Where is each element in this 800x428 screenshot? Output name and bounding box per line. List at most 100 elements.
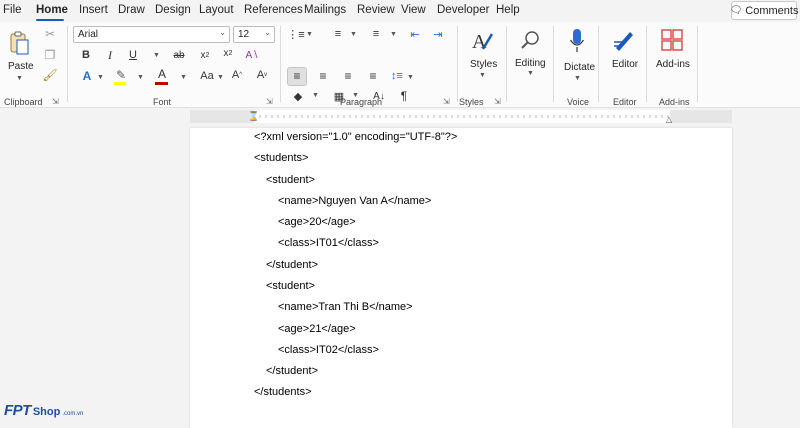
document-line: <name>Tran Thi B</name> (278, 301, 413, 313)
cut-icon[interactable]: ✂ (43, 27, 57, 41)
highlight-dropdown-icon[interactable]: ▼ (137, 74, 144, 81)
line-spacing-icon[interactable]: ↕≡ (390, 69, 404, 83)
strikethrough-icon[interactable]: ab (171, 48, 187, 62)
styles-group-label: Styles (459, 97, 484, 107)
change-case-dropdown-icon[interactable]: ▼ (217, 74, 224, 81)
dictate-dropdown-icon[interactable]: ▼ (574, 75, 581, 82)
add-ins-icon[interactable] (661, 29, 683, 51)
document-line: <students> (254, 152, 309, 164)
right-indent-marker-icon[interactable]: △ (664, 114, 674, 124)
group-separator (280, 26, 281, 102)
shading-dropdown-icon[interactable]: ▼ (312, 92, 319, 99)
grow-font-icon[interactable]: A ^ (230, 68, 244, 82)
multilevel-list-dropdown-icon[interactable]: ▼ (390, 31, 397, 38)
dictate-label[interactable]: Dictate (564, 62, 595, 73)
ribbon: Paste ▼ ✂ ❐ 🖌 Clipboard ⇲ Arial ⌄ 12 ⌄ B… (0, 22, 800, 108)
line-spacing-dropdown-icon[interactable]: ▼ (407, 74, 414, 81)
tab-developer[interactable]: Developer (437, 4, 489, 16)
tab-layout[interactable]: Layout (199, 4, 234, 16)
decrease-indent-icon[interactable]: ⇤ (408, 27, 422, 41)
numbering-dropdown-icon[interactable]: ▼ (350, 31, 357, 38)
text-effects-dropdown-icon[interactable]: ▼ (97, 74, 104, 81)
tab-mailings[interactable]: Mailings (304, 4, 346, 16)
shrink-font-icon[interactable]: Av (255, 68, 269, 82)
editing-label[interactable]: Editing (515, 58, 546, 69)
align-right-icon[interactable]: ≡ (341, 69, 355, 83)
paragraph-launcher-icon[interactable]: ⇲ (443, 97, 450, 106)
show-formatting-marks-icon[interactable]: ¶ (397, 89, 411, 103)
numbering-icon[interactable]: ≡ (331, 27, 345, 41)
font-color-icon[interactable]: A (155, 66, 169, 82)
copy-icon[interactable]: ❐ (43, 48, 57, 62)
font-group-label: Font (153, 97, 172, 107)
indent-marker-icon[interactable]: ⌛ (248, 108, 259, 124)
text-effects-icon[interactable]: A (79, 68, 95, 84)
document-line: <name>Nguyen Van A</name> (278, 195, 432, 207)
bullets-dropdown-icon[interactable]: ▼ (306, 31, 313, 38)
comments-label: Comments (745, 4, 799, 17)
italic-icon[interactable]: I (103, 48, 117, 62)
clear-formatting-icon[interactable]: A∖ (244, 48, 260, 62)
styles-launcher-icon[interactable]: ⇲ (494, 97, 501, 106)
justify-icon[interactable]: ≡ (366, 69, 380, 83)
font-name-combo[interactable]: Arial ⌄ (73, 26, 230, 43)
voice-group-label: Voice (567, 97, 590, 107)
multilevel-list-icon[interactable]: ≡ (369, 27, 383, 41)
horizontal-ruler[interactable] (190, 110, 732, 123)
clipboard-launcher-icon[interactable]: ⇲ (52, 97, 59, 106)
styles-icon[interactable]: A (470, 28, 494, 54)
increase-indent-icon[interactable]: ⇥ (431, 27, 445, 41)
font-launcher-icon[interactable]: ⇲ (266, 97, 273, 106)
tab-insert[interactable]: Insert (79, 4, 108, 16)
comment-icon: 🗨 (729, 5, 743, 16)
styles-dropdown-icon[interactable]: ▼ (479, 72, 486, 79)
underline-dropdown-icon[interactable]: ▼ (153, 52, 160, 59)
group-separator (598, 26, 599, 102)
group-separator (553, 26, 554, 102)
editor-group-label: Editor (613, 97, 637, 107)
comments-button[interactable]: 🗨 Comments (729, 1, 799, 20)
tab-home[interactable]: Home (36, 4, 68, 16)
chevron-down-icon: ⌄ (219, 28, 226, 37)
document-page[interactable]: <?xml version="1.0" encoding="UTF-8"?> <… (190, 128, 732, 428)
editor-label[interactable]: Editor (612, 59, 638, 70)
document-line: <age>21</age> (278, 323, 356, 335)
superscript-icon[interactable]: x2 (221, 46, 235, 60)
add-ins-group-label: Add-ins (659, 97, 690, 107)
tab-file[interactable]: File (3, 4, 22, 16)
align-center-icon[interactable]: ≡ (316, 69, 330, 83)
tab-references[interactable]: References (244, 4, 303, 16)
tab-draw[interactable]: Draw (118, 4, 145, 16)
group-separator (697, 26, 698, 102)
bold-icon[interactable]: B (79, 48, 93, 62)
font-size-combo[interactable]: 12 ⌄ (233, 26, 275, 43)
watermark-domain: .com.vn (62, 411, 84, 417)
paste-label[interactable]: Paste (8, 61, 34, 72)
tab-help[interactable]: Help (496, 4, 520, 16)
subscript-icon[interactable]: x2 (198, 48, 212, 62)
font-color-dropdown-icon[interactable]: ▼ (180, 74, 187, 81)
tab-view[interactable]: View (401, 4, 426, 16)
search-icon[interactable] (518, 28, 542, 52)
ruler-right-margin (670, 110, 732, 123)
underline-icon[interactable]: U (126, 48, 140, 62)
paste-icon[interactable] (8, 30, 30, 56)
add-ins-label[interactable]: Add-ins (656, 59, 690, 70)
clipboard-group-label: Clipboard (4, 97, 43, 107)
editing-dropdown-icon[interactable]: ▼ (527, 70, 534, 77)
tab-design[interactable]: Design (155, 4, 191, 16)
align-left-icon[interactable]: ≡ (290, 69, 304, 83)
styles-label[interactable]: Styles (470, 59, 497, 70)
editor-icon[interactable] (612, 28, 636, 52)
change-case-icon[interactable]: Aa (198, 69, 216, 83)
paste-dropdown-icon[interactable]: ▼ (16, 75, 23, 82)
highlight-icon[interactable]: ✎ (113, 67, 129, 83)
tab-review[interactable]: Review (357, 4, 395, 16)
menu-bar: File Home Insert Draw Design Layout Refe… (0, 0, 800, 22)
font-color-bar (155, 82, 168, 85)
shading-icon[interactable]: ◆ (290, 90, 306, 103)
paragraph-group-label: Paragraph (340, 97, 383, 107)
microphone-icon[interactable] (568, 28, 586, 54)
bullets-icon[interactable]: ⋮≡ (287, 27, 304, 41)
format-painter-icon[interactable]: 🖌 (42, 68, 57, 82)
